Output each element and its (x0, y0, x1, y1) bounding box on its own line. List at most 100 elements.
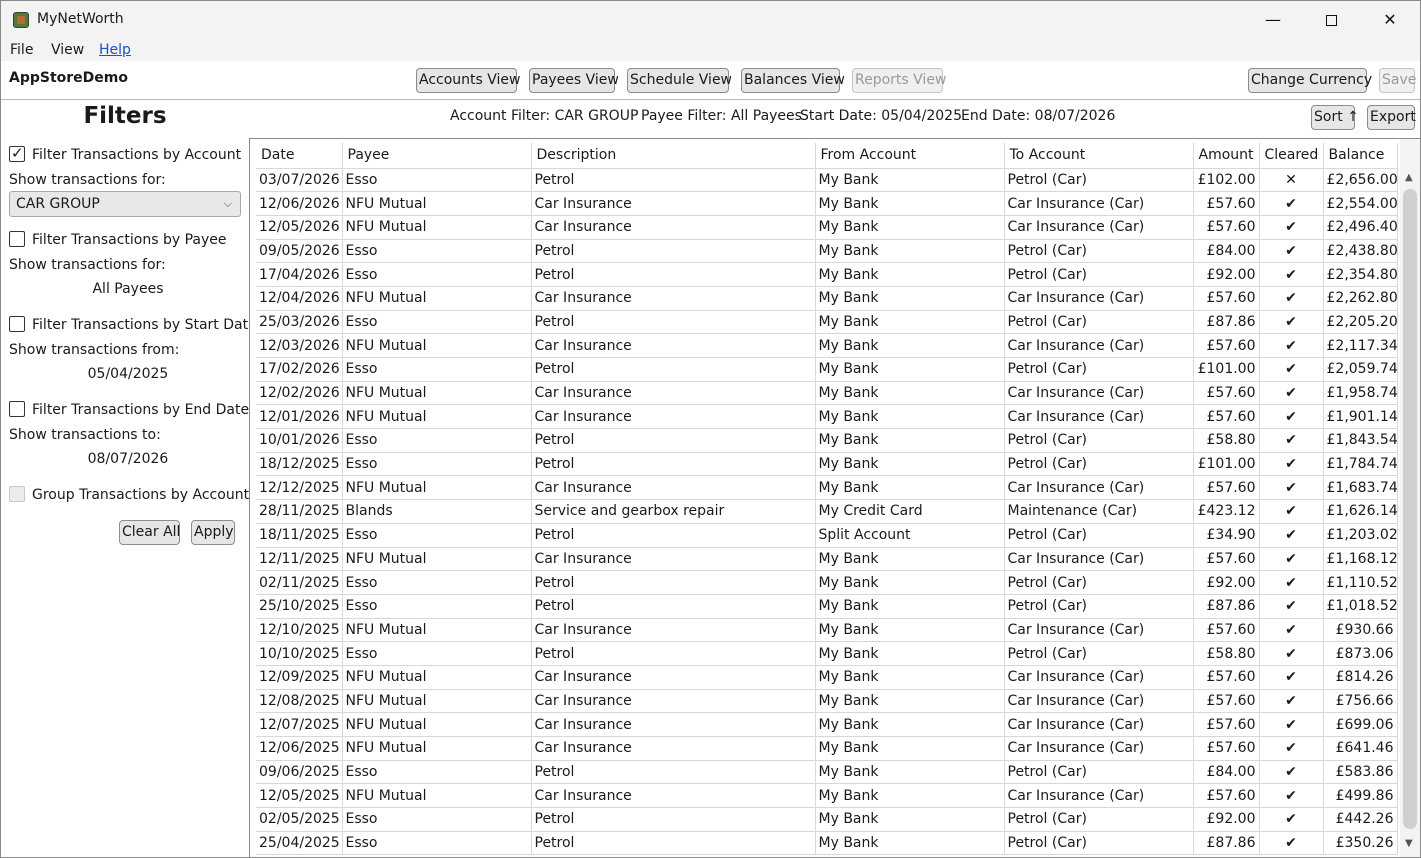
table-row[interactable]: 12/04/2026 NFU Mutual Car Insurance My Bank… (256, 286, 1398, 311)
description-cell: Car Insurance (531, 215, 816, 240)
cleared-icon: ✔ (1259, 689, 1324, 714)
from-account-cell: My Bank (815, 689, 1005, 714)
filter-by-end-row[interactable]: Filter Transactions by End Date (9, 401, 249, 418)
scroll-up-icon[interactable]: ▲ (1405, 172, 1413, 183)
balance-cell: £814.26 (1323, 665, 1398, 690)
schedule-view-button[interactable]: Schedule View (627, 68, 732, 93)
table-row[interactable]: 02/05/2025 Esso Petrol My Bank Petrol (Car) £… (256, 807, 1398, 832)
table-row[interactable]: 03/07/2026 Esso Petrol My Bank Petrol (Car) £… (256, 168, 1398, 193)
table-row[interactable]: 12/01/2026 NFU Mutual Car Insurance My Bank… (256, 404, 1398, 430)
table-row[interactable]: 17/02/2026 Esso Petrol My Bank Petrol (Car) £… (256, 357, 1398, 382)
filter-by-end-checkbox[interactable] (9, 401, 25, 417)
balance-cell: £2,554.00 (1323, 191, 1398, 216)
column-header[interactable]: Cleared (1259, 143, 1324, 169)
menu-help[interactable]: Help (99, 42, 131, 58)
grid-body: 03/07/2026 Esso Petrol My Bank Petrol (Car) £… (256, 168, 1398, 856)
table-row[interactable]: 28/11/2025 Blands Service and gearbox repa… (256, 499, 1398, 524)
amount-cell: £92.00 (1193, 570, 1260, 595)
vertical-scrollbar[interactable]: ▲ ▼ (1400, 139, 1420, 857)
description-cell: Petrol (531, 523, 816, 548)
change-currency-button[interactable]: Change Currency (1248, 68, 1372, 93)
scrollbar-thumb[interactable] (1403, 189, 1417, 829)
menu-file[interactable]: File (10, 42, 33, 58)
filter-by-start-row[interactable]: Filter Transactions by Start Date (9, 316, 257, 333)
maximize-button[interactable] (1302, 1, 1360, 39)
account-select[interactable]: CAR GROUP ⌵ (9, 191, 241, 217)
table-row[interactable]: 12/10/2025 NFU Mutual Car Insurance My Bank… (256, 618, 1398, 643)
balance-cell: £499.86 (1323, 783, 1398, 809)
table-row[interactable]: 10/01/2026 Esso Petrol My Bank Petrol (Car) £… (256, 428, 1398, 453)
filter-by-payee-row[interactable]: Filter Transactions by Payee (9, 231, 226, 248)
table-row[interactable]: 12/07/2025 NFU Mutual Car Insurance My Bank… (256, 712, 1398, 737)
date-cell: 12/08/2025 (256, 689, 343, 714)
from-account-cell: My Bank (815, 736, 1005, 761)
table-row[interactable]: 12/11/2025 NFU Mutual Car Insurance My Bank… (256, 547, 1398, 572)
payee-cell: Esso (342, 523, 532, 548)
clear-all-button[interactable]: Clear All (119, 520, 180, 545)
column-header[interactable]: Date (256, 143, 343, 169)
table-row[interactable]: 12/05/2026 NFU Mutual Car Insurance My Bank… (256, 215, 1398, 240)
minimize-button[interactable]: — (1244, 1, 1302, 39)
to-account-cell: Car Insurance (Car) (1004, 783, 1194, 809)
payees-view-button[interactable]: Payees View (529, 68, 619, 93)
amount-cell: £34.90 (1193, 523, 1260, 548)
from-account-cell: My Bank (815, 807, 1005, 832)
filter-by-account-row[interactable]: Filter Transactions by Account (9, 144, 241, 163)
balance-cell: £2,496.40 (1323, 215, 1398, 240)
sort-button[interactable]: Sort ↑ (1311, 105, 1359, 130)
menu-bar: File View Help (1, 39, 1420, 61)
table-row[interactable]: 25/04/2025 Esso Petrol My Bank Petrol (Car) £… (256, 831, 1398, 856)
end-date-summary: End Date: 08/07/2026 (961, 108, 1116, 124)
balance-cell: £2,117.34 (1323, 333, 1398, 358)
to-account-cell: Petrol (Car) (1004, 760, 1194, 785)
table-row[interactable]: 02/11/2025 Esso Petrol My Bank Petrol (Car) £… (256, 570, 1398, 595)
table-row[interactable]: 25/10/2025 Esso Petrol My Bank Petrol (Car) £… (256, 594, 1398, 619)
column-header[interactable]: Payee (342, 143, 532, 169)
table-row[interactable]: 18/11/2025 Esso Petrol Split Account Petrol … (256, 523, 1398, 548)
table-row[interactable]: 09/05/2026 Esso Petrol My Bank Petrol (Car) £… (256, 239, 1398, 264)
filter-by-payee-checkbox[interactable] (9, 231, 25, 247)
from-account-cell: My Bank (815, 452, 1005, 477)
table-row[interactable]: 10/10/2025 Esso Petrol My Bank Petrol (Car) £… (256, 641, 1398, 666)
table-row[interactable]: 12/12/2025 NFU Mutual Car Insurance My Bank… (256, 475, 1398, 501)
filter-by-start-checkbox[interactable] (9, 316, 25, 332)
column-header[interactable]: Description (531, 143, 816, 169)
end-date-value[interactable]: 08/07/2026 (1, 451, 255, 467)
balances-view-button[interactable]: Balances View (741, 68, 845, 93)
table-row[interactable]: 25/03/2026 Esso Petrol My Bank Petrol (Car) £… (256, 310, 1398, 335)
column-header[interactable]: From Account (815, 143, 1005, 169)
filter-by-account-checkbox[interactable] (9, 144, 25, 162)
to-account-cell: Car Insurance (Car) (1004, 404, 1194, 430)
balance-cell: £1,110.52 (1323, 570, 1398, 595)
table-row[interactable]: 18/12/2025 Esso Petrol My Bank Petrol (Car) £… (256, 452, 1398, 477)
balance-cell: £583.86 (1323, 760, 1398, 785)
payee-cell: NFU Mutual (342, 665, 532, 690)
column-header[interactable]: Balance (1323, 143, 1398, 169)
export-button[interactable]: Export (1367, 105, 1416, 130)
close-button[interactable]: ✕ (1361, 1, 1419, 39)
table-row[interactable]: 09/06/2025 Esso Petrol My Bank Petrol (Car) £… (256, 760, 1398, 785)
table-row[interactable]: 17/04/2026 Esso Petrol My Bank Petrol (Car) £… (256, 262, 1398, 287)
from-account-cell: My Bank (815, 783, 1005, 809)
table-row[interactable]: 12/09/2025 NFU Mutual Car Insurance My Bank… (256, 665, 1398, 690)
reports-view-button[interactable]: Reports View (852, 68, 946, 93)
from-account-cell: My Bank (815, 712, 1005, 737)
amount-cell: £57.60 (1193, 333, 1260, 358)
save-button[interactable]: Save (1379, 68, 1416, 93)
start-date-value[interactable]: 05/04/2025 (1, 366, 255, 382)
table-row[interactable]: 12/06/2026 NFU Mutual Car Insurance My Bank… (256, 191, 1398, 216)
table-row[interactable]: 12/08/2025 NFU Mutual Car Insurance My Bank… (256, 689, 1398, 714)
scroll-down-icon[interactable]: ▼ (1405, 838, 1413, 849)
column-header[interactable]: To Account (1004, 143, 1194, 169)
column-header[interactable]: Amount (1193, 143, 1260, 169)
apply-button[interactable]: Apply (191, 520, 235, 545)
table-row[interactable]: 12/06/2025 NFU Mutual Car Insurance My Bank… (256, 736, 1398, 761)
table-row[interactable]: 12/05/2025 NFU Mutual Car Insurance My Bank… (256, 783, 1398, 809)
accounts-view-button[interactable]: Accounts View (416, 68, 521, 93)
amount-cell: £57.60 (1193, 712, 1260, 737)
date-cell: 17/04/2026 (256, 262, 343, 287)
table-row[interactable]: 12/03/2026 NFU Mutual Car Insurance My Bank… (256, 333, 1398, 358)
to-account-cell: Maintenance (Car) (1004, 499, 1194, 524)
table-row[interactable]: 12/02/2026 NFU Mutual Car Insurance My Bank… (256, 381, 1398, 406)
menu-view[interactable]: View (51, 42, 84, 58)
